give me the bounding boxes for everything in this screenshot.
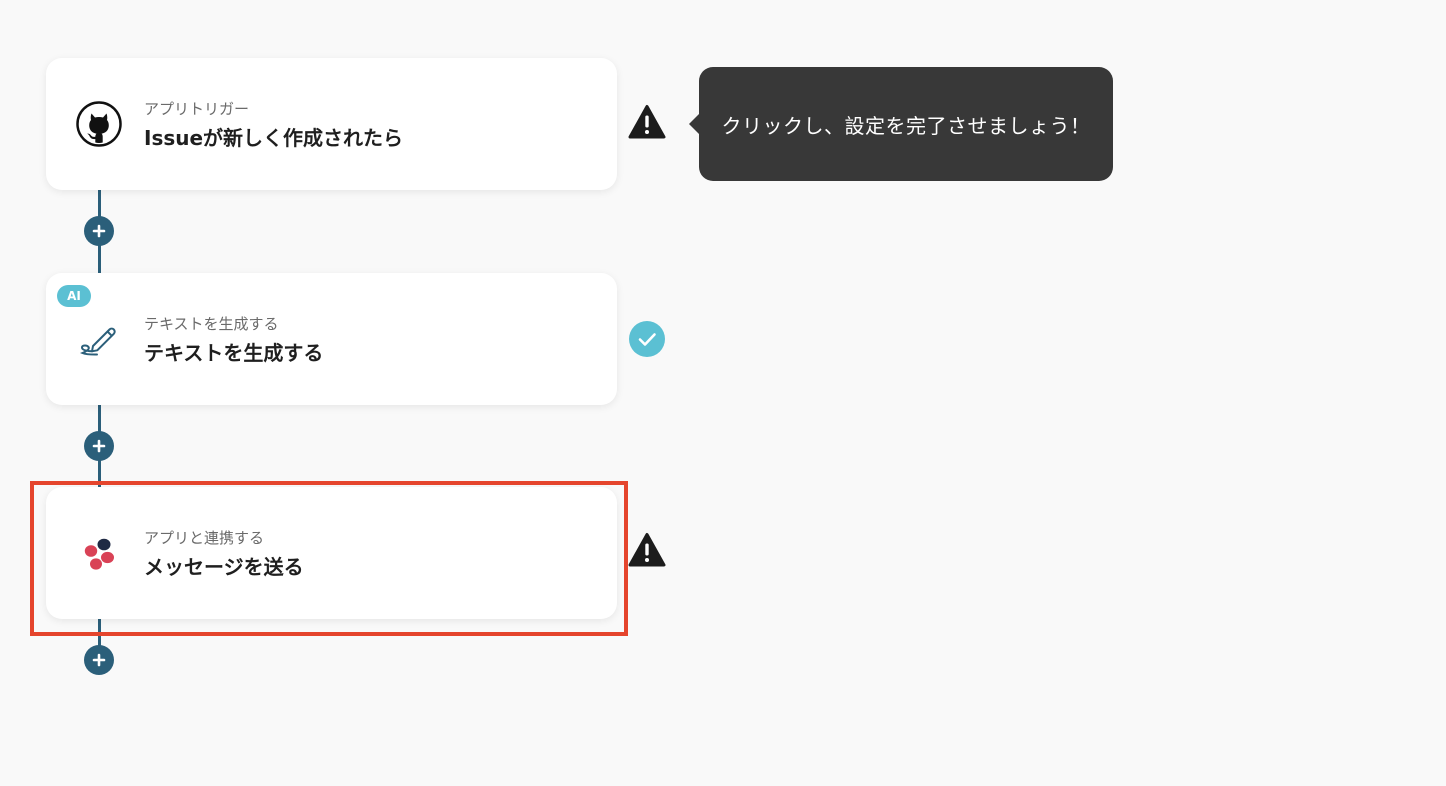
ai-badge: AI <box>57 285 91 307</box>
step-title: メッセージを送る <box>144 555 304 579</box>
plus-icon <box>92 653 106 667</box>
warning-icon[interactable] <box>628 531 666 569</box>
add-step-button[interactable] <box>84 645 114 675</box>
plus-icon <box>92 439 106 453</box>
pen-icon <box>76 316 122 362</box>
step-title: Issueが新しく作成されたら <box>144 126 404 150</box>
warning-icon[interactable] <box>628 103 666 141</box>
ai-step-card[interactable]: AI テキストを生成する テキストを生成する <box>46 273 617 405</box>
add-step-button[interactable] <box>84 431 114 461</box>
flow-canvas: アプリトリガー Issueが新しく作成されたら クリックし、設定を完了させましょ… <box>0 0 1446 786</box>
check-icon[interactable] <box>628 320 666 358</box>
plus-icon <box>92 224 106 238</box>
add-step-button[interactable] <box>84 216 114 246</box>
step-subtitle: アプリトリガー <box>144 100 250 118</box>
step-title: テキストを生成する <box>144 341 324 365</box>
chatwork-icon <box>76 530 122 576</box>
github-icon <box>76 101 122 147</box>
trigger-step-card[interactable]: アプリトリガー Issueが新しく作成されたら <box>46 58 617 190</box>
tooltip: クリックし、設定を完了させましょう！ <box>689 67 1113 181</box>
step-subtitle: アプリと連携する <box>144 529 265 547</box>
step-subtitle: テキストを生成する <box>144 315 279 333</box>
send-message-step-card[interactable]: アプリと連携する メッセージを送る <box>46 487 617 619</box>
tooltip-text: クリックし、設定を完了させましょう！ <box>721 113 1091 138</box>
